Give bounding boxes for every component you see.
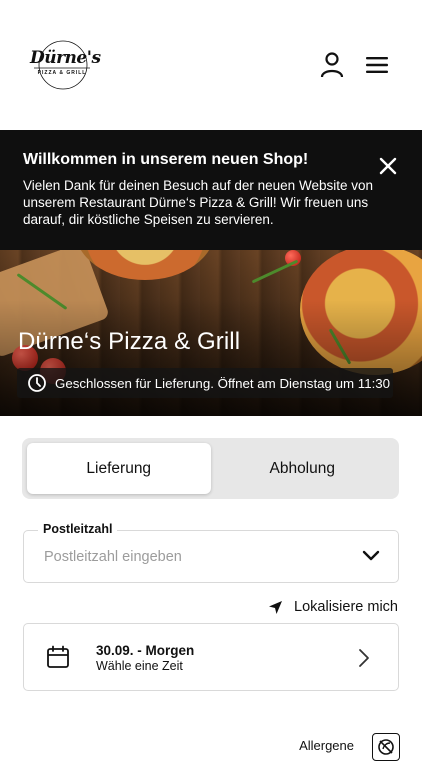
opening-status-text: Geschlossen für Lieferung. Öffnet am Die… (55, 375, 391, 391)
logo-subtitle: PIZZA & GRILL (37, 70, 87, 76)
locate-me-label: Lokalisiere mich (294, 599, 398, 615)
user-icon (320, 52, 344, 78)
header: Dürne's PIZZA & GRILL (0, 0, 422, 130)
chevron-right-icon (359, 649, 369, 667)
hero-image: Dürne‘s Pizza & Grill Geschlossen für Li… (0, 250, 422, 416)
banner-close-button[interactable] (378, 156, 398, 176)
date-time-selector[interactable]: 30.09. - Morgen Wähle eine Zeit (23, 623, 399, 691)
selected-date: 30.09. - Morgen (96, 643, 195, 658)
clock-icon (28, 374, 46, 392)
welcome-banner: Willkommen in unserem neuen Shop! Vielen… (0, 130, 422, 250)
locate-me-button[interactable]: Lokalisiere mich (268, 599, 398, 615)
hamburger-menu-icon (366, 57, 388, 73)
restaurant-logo[interactable]: Dürne's PIZZA & GRILL (30, 38, 101, 92)
chevron-down-icon[interactable] (362, 550, 380, 562)
postal-code-input[interactable] (44, 549, 344, 565)
allergens-button[interactable] (372, 733, 400, 761)
account-button[interactable] (317, 50, 347, 80)
allergens-link[interactable]: Allergene (299, 738, 354, 753)
order-mode-toggle: Lieferung Abholung (22, 438, 399, 499)
postal-code-field[interactable]: Postleitzahl (23, 522, 399, 583)
choose-time-label: Wähle eine Zeit (96, 659, 183, 673)
restaurant-name: Dürne‘s Pizza & Grill (18, 328, 241, 355)
opening-status: Geschlossen für Lieferung. Öffnet am Die… (17, 368, 393, 398)
postal-code-label: Postleitzahl (38, 522, 118, 536)
delivery-tab[interactable]: Lieferung (27, 443, 211, 494)
calendar-icon (47, 645, 69, 668)
logo-name: Dürne's (30, 48, 101, 68)
pickup-tab[interactable]: Abholung (211, 443, 395, 494)
allergen-icon (378, 739, 394, 755)
menu-button[interactable] (362, 50, 392, 80)
banner-title: Willkommen in unserem neuen Shop! (23, 151, 309, 168)
location-arrow-icon (269, 600, 283, 614)
close-icon (379, 157, 397, 175)
banner-text: Vielen Dank für deinen Besuch auf der ne… (23, 178, 373, 227)
